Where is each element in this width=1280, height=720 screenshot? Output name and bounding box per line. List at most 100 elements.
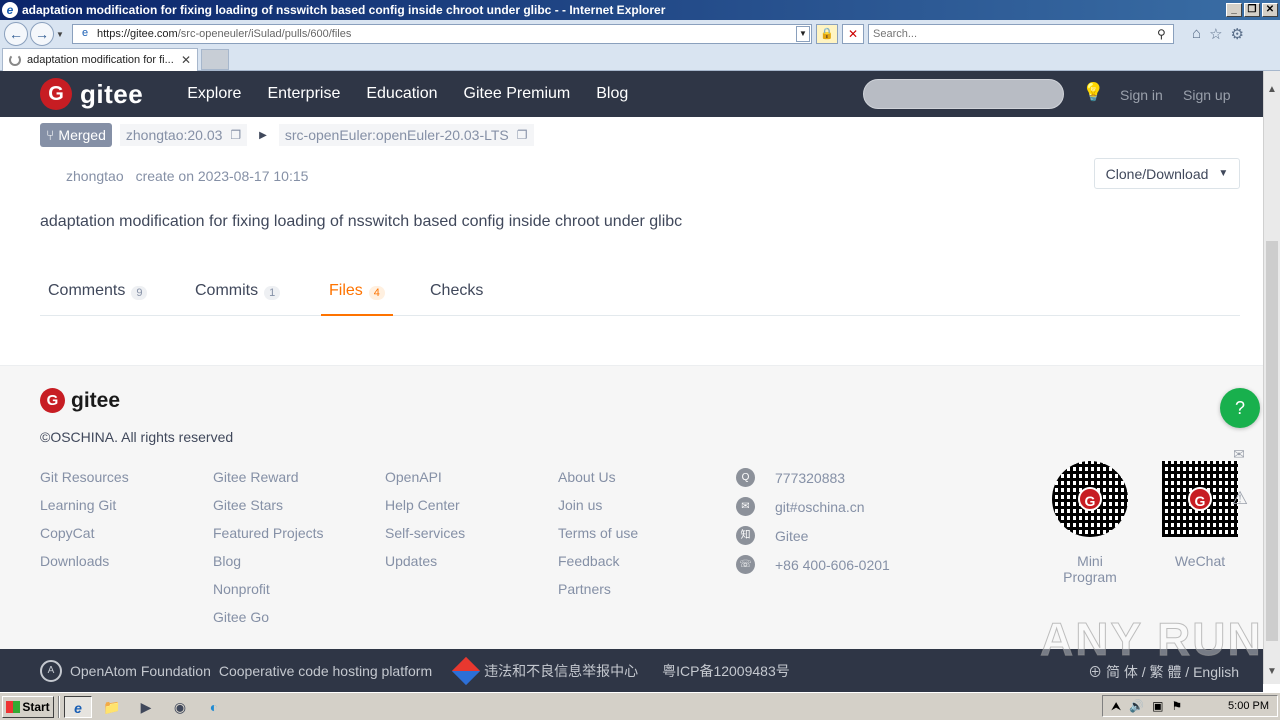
footer-link[interactable]: Help Center xyxy=(385,496,465,514)
footer-link[interactable]: Feedback xyxy=(558,552,638,570)
taskbar-chrome-icon[interactable]: ◉ xyxy=(166,696,194,718)
favorites-star-icon[interactable]: ☆ xyxy=(1209,25,1222,43)
pr-meta: ⑂ Merged zhongtao:20.03 ❐ ▶ src-openEule… xyxy=(40,123,534,147)
arrow-right-icon: ▶ xyxy=(259,129,267,141)
footer-link[interactable]: Nonprofit xyxy=(213,580,324,598)
contact-phone-value: +86 400-606-0201 xyxy=(775,556,890,573)
icp-link[interactable]: 粤ICP备12009483号 xyxy=(662,661,790,681)
gitee-logo-icon: G xyxy=(40,388,65,413)
start-button[interactable]: Start xyxy=(2,695,54,718)
close-button[interactable]: ✕ xyxy=(1262,3,1278,17)
tab-count: 4 xyxy=(368,286,385,300)
footer-link[interactable]: Gitee Go xyxy=(213,608,324,626)
nav-explore[interactable]: Explore xyxy=(187,85,241,103)
footer-link[interactable]: Partners xyxy=(558,580,638,598)
network-icon[interactable]: ▣ xyxy=(1152,699,1163,714)
footer-link[interactable]: Updates xyxy=(385,552,465,570)
taskbar-ie-icon[interactable]: e xyxy=(64,695,92,718)
pr-title: adaptation modification for fixing loadi… xyxy=(40,213,683,230)
tab-commits[interactable]: Commits 1 xyxy=(187,282,288,316)
copy-icon[interactable]: ❐ xyxy=(230,128,241,142)
taskbar-media-icon[interactable]: ▶ xyxy=(132,696,160,718)
scroll-down-icon[interactable]: ▼ xyxy=(1264,663,1280,680)
nav-education[interactable]: Education xyxy=(366,85,437,103)
clone-download-button[interactable]: Clone/Download ▼ xyxy=(1094,158,1240,189)
feedback-chat-icon[interactable]: ✉ xyxy=(1222,440,1256,468)
lock-icon[interactable]: 🔒 xyxy=(816,24,838,44)
tab-checks[interactable]: Checks xyxy=(422,282,491,316)
report-center-icon xyxy=(451,656,481,685)
nav-gitee-premium[interactable]: Gitee Premium xyxy=(464,85,571,103)
footer-link[interactable]: CopyCat xyxy=(40,524,129,542)
tab-close-icon[interactable]: ✕ xyxy=(181,53,197,67)
new-tab-button[interactable] xyxy=(201,49,229,70)
browser-search-input[interactable] xyxy=(873,28,1157,40)
home-icon[interactable]: ⌂ xyxy=(1192,25,1201,43)
volume-icon[interactable]: 🔊 xyxy=(1129,699,1144,714)
scroll-up-icon[interactable]: ▲ xyxy=(1264,81,1280,98)
tab-files[interactable]: Files 4 xyxy=(321,282,393,316)
footer-logo[interactable]: G gitee xyxy=(40,388,120,413)
footer-link[interactable]: Blog xyxy=(213,552,324,570)
sign-up-link[interactable]: Sign up xyxy=(1183,87,1230,103)
nav-enterprise[interactable]: Enterprise xyxy=(267,85,340,103)
footer-link[interactable]: About Us xyxy=(558,468,638,486)
settings-gear-icon[interactable]: ⚙ xyxy=(1231,25,1244,43)
footer-link[interactable]: Learning Git xyxy=(40,496,129,514)
nav-blog[interactable]: Blog xyxy=(596,85,628,103)
taskbar-edge-icon[interactable]: ◐ xyxy=(200,696,228,718)
back-button[interactable]: ← xyxy=(4,22,28,46)
source-branch-label: zhongtao:20.03 xyxy=(125,127,223,143)
zhihu-icon: 知 xyxy=(736,526,755,545)
footer-link[interactable]: Downloads xyxy=(40,552,129,570)
page-scrollbar[interactable]: ▲ ▼ xyxy=(1263,71,1280,684)
platform-text: Cooperative code hosting platform xyxy=(218,662,433,679)
target-branch[interactable]: src-openEuler:openEuler-20.03-LTS ❐ xyxy=(278,124,534,146)
browser-tab-active[interactable]: adaptation modification for fi... ✕ xyxy=(2,48,198,71)
footer-link[interactable]: Featured Projects xyxy=(213,524,324,542)
forward-button[interactable]: → xyxy=(30,22,54,46)
footer-link[interactable]: Gitee Reward xyxy=(213,468,324,486)
browser-search[interactable]: ⚲ xyxy=(868,24,1174,44)
author-link[interactable]: zhongtao xyxy=(66,168,124,184)
openatom-link[interactable]: OpenAtom Foundation xyxy=(70,663,211,679)
report-center[interactable]: 违法和不良信息举报中心 xyxy=(451,656,638,685)
url-path: /src-openeuler/iSulad/pulls/600/files xyxy=(177,28,352,40)
report-warning-icon[interactable]: ⚠ xyxy=(1228,488,1252,512)
footer-link[interactable]: Gitee Stars xyxy=(213,496,324,514)
restore-button[interactable]: ❐ xyxy=(1244,3,1260,17)
scrollbar-thumb[interactable] xyxy=(1266,241,1278,641)
site-header: G gitee Explore Enterprise Education Git… xyxy=(0,71,1263,117)
clone-download-label: Clone/Download xyxy=(1105,165,1209,182)
lightbulb-icon[interactable]: 💡 xyxy=(1082,82,1104,106)
site-logo[interactable]: G gitee xyxy=(40,78,143,110)
stop-button[interactable]: ✕ xyxy=(842,24,864,44)
help-button[interactable]: ? xyxy=(1220,388,1260,428)
minimize-button[interactable]: _ xyxy=(1226,3,1242,17)
phone-icon: ☏ xyxy=(736,555,755,574)
search-icon[interactable]: ⚲ xyxy=(1157,27,1173,41)
language-label: 简 体 / 繁 體 / English xyxy=(1105,664,1239,680)
contact-email: ✉ git#oschina.cn xyxy=(736,497,890,516)
footer-link[interactable]: Terms of use xyxy=(558,524,638,542)
copy-icon[interactable]: ❐ xyxy=(517,128,528,142)
tray-expand-icon[interactable]: ⮝ xyxy=(1111,699,1121,714)
flag-icon[interactable]: ⚑ xyxy=(1172,699,1183,714)
contact-qq-value: 777320883 xyxy=(775,469,846,486)
footer-logo-text: gitee xyxy=(71,388,121,412)
footer-link[interactable]: OpenAPI xyxy=(385,468,465,486)
clock[interactable]: 5:00 PM xyxy=(1228,700,1269,712)
site-search-input[interactable] xyxy=(863,79,1064,109)
taskbar-explorer-icon[interactable]: 📁 xyxy=(98,696,126,718)
footer-link[interactable]: Join us xyxy=(558,496,638,514)
footer-link[interactable]: Self-services xyxy=(385,524,465,542)
url-prefix: https://gitee.com xyxy=(97,28,178,40)
footer-link[interactable]: Git Resources xyxy=(40,468,129,486)
contact-zhihu[interactable]: 知 Gitee xyxy=(736,526,890,545)
sign-in-link[interactable]: Sign in xyxy=(1120,87,1163,103)
url-field[interactable]: e https://gitee.com /src-openeuler/iSula… xyxy=(72,24,812,44)
tab-comments[interactable]: Comments 9 xyxy=(40,282,155,316)
history-dropdown-icon[interactable]: ▼ xyxy=(56,30,66,39)
url-dropdown-icon[interactable]: ▼ xyxy=(796,26,810,42)
source-branch[interactable]: zhongtao:20.03 ❐ xyxy=(119,124,248,146)
